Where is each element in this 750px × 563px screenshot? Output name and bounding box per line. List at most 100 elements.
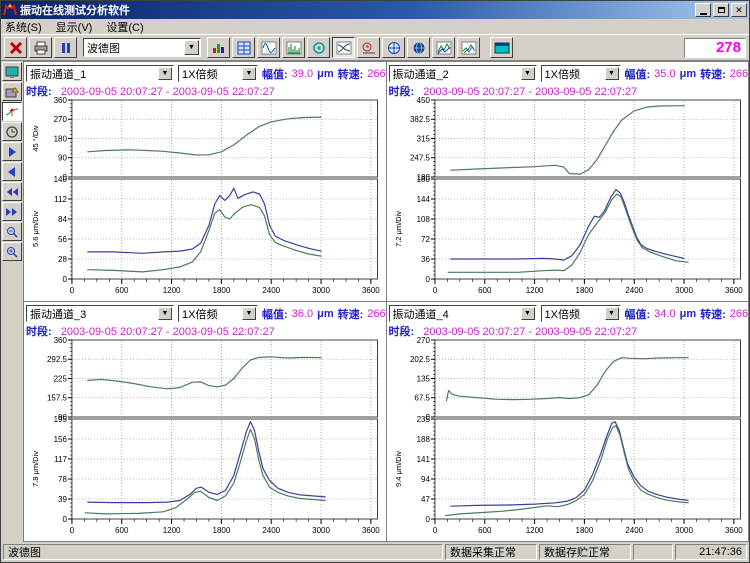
globe-button[interactable] — [407, 37, 430, 58]
amp-unit: μm — [317, 308, 334, 320]
clock-button[interactable] — [2, 122, 22, 141]
plot-type-select[interactable]: 波德图 ▼ — [83, 38, 201, 57]
svg-text:600: 600 — [478, 526, 492, 535]
fast-forward-button[interactable] — [2, 202, 22, 221]
stop-button[interactable] — [4, 37, 27, 58]
spectrum-icon — [286, 41, 302, 55]
zoom-out-button[interactable] — [2, 222, 22, 241]
panel-4-header: 振动通道_4▼ 1X倍频▼ 幅值: 34.0 μm 转速: 266 转/ — [389, 304, 749, 323]
menu-settings[interactable]: 设置(C) — [106, 19, 143, 35]
svg-text:270: 270 — [416, 337, 430, 345]
svg-text:78: 78 — [58, 475, 67, 484]
filter-select-3[interactable]: 1X倍频▼ — [178, 305, 258, 322]
menu-display[interactable]: 显示(V) — [56, 19, 93, 35]
bode-cursor-button[interactable] — [2, 102, 22, 121]
restore-button[interactable] — [713, 3, 729, 17]
svg-text:0: 0 — [425, 515, 430, 524]
bode-chart-2[interactable]: 180247.5315382.5450036721081441807.2 μm/… — [389, 97, 749, 301]
fast-rewind-button[interactable] — [2, 182, 22, 201]
bar-chart-icon — [211, 41, 227, 55]
chevron-down-icon[interactable]: ▼ — [184, 40, 199, 55]
svg-text:600: 600 — [115, 286, 129, 295]
chevron-down-icon[interactable]: ▼ — [521, 67, 535, 80]
status-clock: 21:47:36 — [675, 544, 747, 560]
waterfall-button[interactable] — [432, 37, 455, 58]
bode-cursor-icon — [5, 106, 19, 118]
svg-text:195: 195 — [54, 415, 68, 424]
svg-text:3600: 3600 — [362, 286, 380, 295]
trend-button[interactable] — [357, 37, 380, 58]
minimize-button[interactable] — [695, 3, 711, 17]
play-forward-button[interactable] — [2, 142, 22, 161]
bode-chart-1[interactable]: 09018027036045 °/Div02856841121405.6 μm/… — [26, 97, 386, 301]
bode-chart-3[interactable]: 90157.5225292.5360039781171561957.8 μm/D… — [26, 337, 386, 541]
svg-text:9.4 μm/Div: 9.4 μm/Div — [393, 451, 402, 487]
cascade-button[interactable] — [457, 37, 480, 58]
zoom-out-icon — [5, 226, 19, 238]
svg-text:270: 270 — [54, 115, 68, 124]
channel-select-4[interactable]: 振动通道_4▼ — [389, 305, 537, 322]
new-window-button[interactable] — [490, 37, 513, 58]
clock-icon — [5, 126, 19, 138]
svg-text:382.5: 382.5 — [409, 115, 430, 124]
bode-button[interactable] — [332, 37, 355, 58]
chevron-down-icon[interactable]: ▼ — [521, 307, 535, 320]
channel-select-3[interactable]: 振动通道_3▼ — [26, 305, 174, 322]
svg-text:0: 0 — [70, 526, 75, 535]
monitor-button[interactable] — [2, 62, 22, 81]
export-button[interactable] — [2, 82, 22, 101]
chevron-down-icon[interactable]: ▼ — [605, 67, 619, 80]
chevron-down-icon[interactable]: ▼ — [158, 307, 172, 320]
channel-select-1[interactable]: 振动通道_1▼ — [26, 65, 174, 82]
channel-panel-4: 振动通道_4▼ 1X倍频▼ 幅值: 34.0 μm 转速: 266 转/ 时段:… — [387, 302, 749, 541]
speed-value: 266 — [367, 308, 385, 320]
chevron-down-icon[interactable]: ▼ — [158, 67, 172, 80]
svg-text:117: 117 — [54, 455, 67, 464]
minimize-icon — [700, 13, 707, 15]
menu-system[interactable]: 系统(S) — [5, 19, 42, 35]
orbit-button[interactable] — [307, 37, 330, 58]
svg-text:140: 140 — [54, 175, 68, 184]
bode-chart-4[interactable]: 067.5135202.5270047941411882359.4 μm/Div… — [389, 337, 749, 541]
svg-text:1800: 1800 — [213, 526, 231, 535]
filter-select-4-value: 1X倍频 — [542, 306, 605, 322]
close-icon: ✕ — [735, 6, 743, 15]
zoom-in-button[interactable] — [2, 242, 22, 261]
filter-select-2[interactable]: 1X倍频▼ — [541, 65, 621, 82]
speed-value: 266 — [730, 308, 748, 320]
amp-value: 34.0 — [654, 308, 675, 320]
amp-value: 39.0 — [292, 68, 313, 80]
chevron-down-icon[interactable]: ▼ — [242, 67, 256, 80]
channel-select-2[interactable]: 振动通道_2▼ — [389, 65, 537, 82]
channel-select-2-value: 振动通道_2 — [390, 66, 521, 82]
time-value: 2003-09-05 20:07:27 - 2003-09-05 22:07:2… — [423, 326, 637, 337]
pause-button[interactable] — [54, 37, 77, 58]
spectrum-button[interactable] — [282, 37, 305, 58]
main-area: 振动通道_1▼ 1X倍频▼ 幅值: 39.0 μm 转速: 266 转/ 时段:… — [1, 61, 749, 542]
export-icon — [5, 86, 19, 98]
svg-text:3600: 3600 — [724, 526, 742, 535]
panel-4-timespan: 时段: 2003-09-05 20:07:27 - 2003-09-05 22:… — [389, 323, 749, 337]
svg-text:3600: 3600 — [362, 526, 380, 535]
svg-text:188: 188 — [416, 435, 430, 444]
play-icon — [5, 146, 19, 158]
bode-icon — [336, 41, 352, 55]
filter-select-4[interactable]: 1X倍频▼ — [541, 305, 621, 322]
chevron-down-icon[interactable]: ▼ — [242, 307, 256, 320]
close-button[interactable]: ✕ — [731, 3, 747, 17]
waveform-button[interactable] — [257, 37, 280, 58]
play-back-button[interactable] — [2, 162, 22, 181]
svg-text:135: 135 — [416, 374, 430, 383]
svg-text:156: 156 — [54, 435, 68, 444]
filter-select-1[interactable]: 1X倍频▼ — [178, 65, 258, 82]
bar-chart-button[interactable] — [207, 37, 230, 58]
svg-text:2400: 2400 — [625, 526, 643, 535]
side-toolbar — [1, 61, 23, 542]
chevron-down-icon[interactable]: ▼ — [605, 307, 619, 320]
print-button[interactable] — [29, 37, 52, 58]
data-table-button[interactable] — [232, 37, 255, 58]
time-label: 时段: — [389, 86, 415, 97]
svg-text:3000: 3000 — [675, 286, 693, 295]
channel-select-4-value: 振动通道_4 — [390, 306, 521, 322]
polar-button[interactable] — [382, 37, 405, 58]
